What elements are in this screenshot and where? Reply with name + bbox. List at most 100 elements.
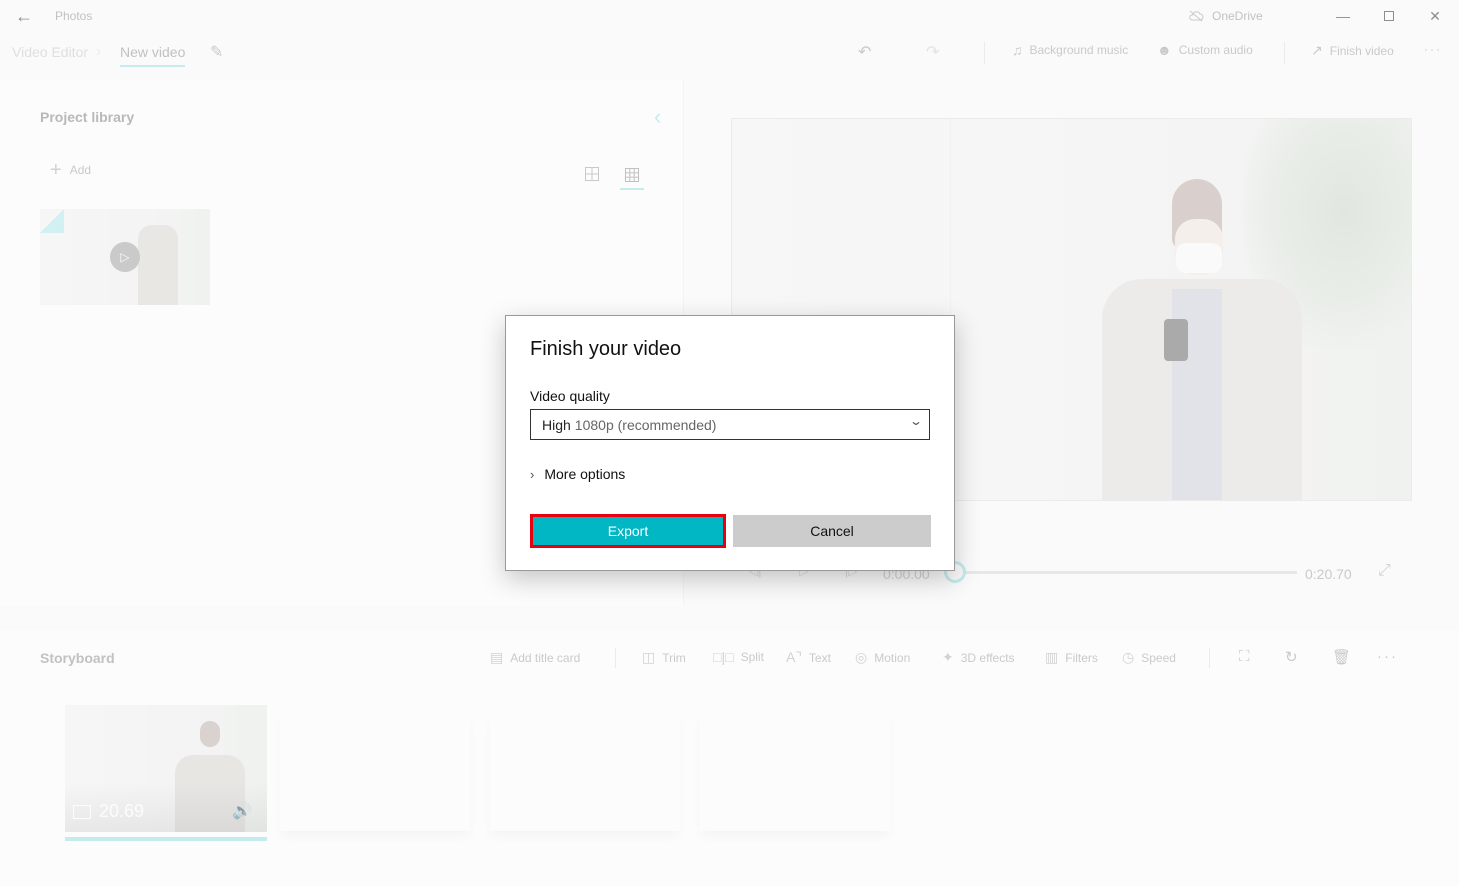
- 3d-effects-button[interactable]: ✦ 3D effects: [942, 649, 1015, 666]
- video-quality-label: Video quality: [530, 388, 610, 404]
- chevron-down-icon: ⌄: [908, 414, 924, 428]
- onedrive-label: OneDrive: [1212, 9, 1263, 23]
- minimize-icon: —: [1336, 8, 1350, 24]
- split-icon: □|□: [713, 649, 734, 665]
- minimize-button[interactable]: —: [1320, 0, 1366, 32]
- motion-button[interactable]: ◎ Motion: [855, 649, 910, 666]
- trim-icon: ◫: [642, 649, 656, 665]
- music-note-icon: ♫: [1012, 42, 1023, 58]
- more-options-label: More options: [544, 466, 626, 482]
- storyboard-clip[interactable]: 20.69 🔊: [65, 705, 267, 832]
- export-button[interactable]: Export: [530, 514, 726, 548]
- rotate-icon[interactable]: ↻: [1285, 648, 1298, 666]
- redo-button[interactable]: ↷: [926, 42, 939, 62]
- empty-storyboard-slot: [280, 715, 470, 831]
- undo-button[interactable]: ↶: [858, 42, 871, 62]
- tool-label: Motion: [874, 650, 911, 665]
- breadcrumb-video-editor[interactable]: Video Editor: [12, 44, 88, 60]
- clip-duration-value: 20.69: [99, 801, 145, 821]
- large-grid-icon: [585, 167, 599, 181]
- 3d-effects-icon: ✦: [942, 649, 954, 665]
- command-bar: Video Editor › New video ✎ ↶ ↷ ♫ Backgro…: [0, 32, 1459, 72]
- total-time: 0:20.70: [1305, 566, 1352, 582]
- storyboard-divider: [615, 648, 616, 668]
- filters-button[interactable]: ▥ Filters: [1045, 649, 1098, 666]
- volume-icon[interactable]: 🔊: [232, 801, 252, 821]
- title-bar: ← Photos OneDrive — ✕: [0, 0, 1459, 32]
- split-button[interactable]: □|□ Split: [713, 649, 764, 665]
- library-video-thumbnail[interactable]: ▷: [40, 209, 210, 305]
- empty-storyboard-slot: [490, 715, 680, 831]
- video-quality-dropdown[interactable]: High 1080p (recommended) ⌄: [530, 409, 930, 440]
- storyboard-more-icon[interactable]: ···: [1377, 648, 1398, 665]
- empty-storyboard-slot: [700, 715, 890, 831]
- tool-label: Split: [740, 650, 764, 664]
- collapse-library-chevron-icon[interactable]: ‹: [654, 104, 661, 130]
- more-options-button[interactable]: ···: [1424, 42, 1442, 56]
- small-grid-view-button[interactable]: [620, 162, 644, 190]
- plus-icon: +: [50, 159, 62, 181]
- add-label: Add: [69, 163, 92, 177]
- redo-icon: ↷: [926, 44, 940, 61]
- quality-selected-detail: 1080p (recommended): [574, 416, 717, 433]
- person-audio-icon: ☻: [1157, 42, 1172, 58]
- breadcrumb-separator-icon: ›: [96, 43, 102, 60]
- play-icon[interactable]: ▷: [110, 242, 140, 272]
- storyboard-panel: Storyboard ▤ Add title card ◫ Trim □|□ S…: [0, 630, 1459, 886]
- maximize-icon: [1384, 11, 1394, 21]
- preview-person-image: [1102, 179, 1332, 500]
- onedrive-status[interactable]: OneDrive: [1188, 9, 1263, 23]
- cloud-off-icon: [1189, 10, 1204, 22]
- thumbnail-person-image: [138, 225, 178, 305]
- clip-duration: 20.69: [73, 801, 144, 822]
- more-dots-icon: ···: [1424, 42, 1442, 56]
- speed-icon: ◷: [1122, 649, 1135, 665]
- chevron-right-icon: ›: [530, 466, 535, 482]
- speed-button[interactable]: ◷ Speed: [1122, 649, 1176, 666]
- custom-audio-button[interactable]: ☻ Custom audio: [1157, 42, 1253, 58]
- add-title-card-button[interactable]: ▤ Add title card: [490, 649, 580, 666]
- added-to-project-corner-badge: [40, 209, 64, 233]
- close-button[interactable]: ✕: [1412, 0, 1458, 32]
- tool-label: Text: [808, 650, 831, 665]
- background-music-label: Background music: [1029, 43, 1129, 57]
- dialog-title: Finish your video: [530, 338, 682, 360]
- text-button[interactable]: A⌝ Text: [786, 649, 831, 666]
- toolbar-divider: [1284, 42, 1285, 64]
- more-options-expander[interactable]: › More options: [530, 466, 625, 482]
- resize-crop-icon[interactable]: ⛶: [1239, 648, 1250, 665]
- add-media-button[interactable]: + Add: [50, 159, 92, 181]
- finish-video-label: Finish video: [1329, 43, 1394, 58]
- maximize-button[interactable]: [1366, 0, 1412, 32]
- storyboard-divider: [1209, 648, 1210, 668]
- breadcrumb-current-project: New video: [120, 44, 186, 67]
- small-grid-icon: [625, 168, 639, 182]
- filters-icon: ▥: [1045, 649, 1059, 665]
- delete-trash-icon[interactable]: 🗑: [1332, 648, 1351, 666]
- tool-label: Speed: [1141, 650, 1176, 665]
- film-icon: [73, 804, 91, 819]
- finish-video-button[interactable]: ↗ Finish video: [1311, 42, 1394, 59]
- trim-button[interactable]: ◫ Trim: [642, 649, 686, 666]
- quality-selected-main: High: [542, 416, 571, 433]
- back-arrow-icon[interactable]: ←: [14, 6, 34, 26]
- cancel-button[interactable]: Cancel: [733, 515, 931, 547]
- toolbar-divider: [984, 42, 985, 64]
- clip-selected-indicator: [65, 837, 267, 841]
- text-icon: A⌝: [786, 649, 802, 665]
- title-card-icon: ▤: [490, 649, 504, 665]
- tool-label: Add title card: [510, 650, 581, 665]
- app-title: Photos: [55, 9, 93, 23]
- large-grid-view-button[interactable]: [580, 162, 604, 186]
- pencil-icon[interactable]: ✎: [210, 42, 223, 62]
- tool-label: Trim: [662, 650, 686, 665]
- expand-fullscreen-icon[interactable]: ⤢: [1378, 562, 1391, 580]
- tool-label: Filters: [1065, 650, 1098, 665]
- finish-video-dialog: Finish your video Video quality High 108…: [505, 315, 955, 571]
- custom-audio-label: Custom audio: [1178, 43, 1253, 57]
- storyboard-title: Storyboard: [40, 650, 115, 666]
- motion-icon: ◎: [855, 649, 868, 665]
- tool-label: 3D effects: [960, 650, 1015, 665]
- background-music-button[interactable]: ♫ Background music: [1012, 42, 1128, 58]
- seek-bar[interactable]: [955, 571, 1297, 574]
